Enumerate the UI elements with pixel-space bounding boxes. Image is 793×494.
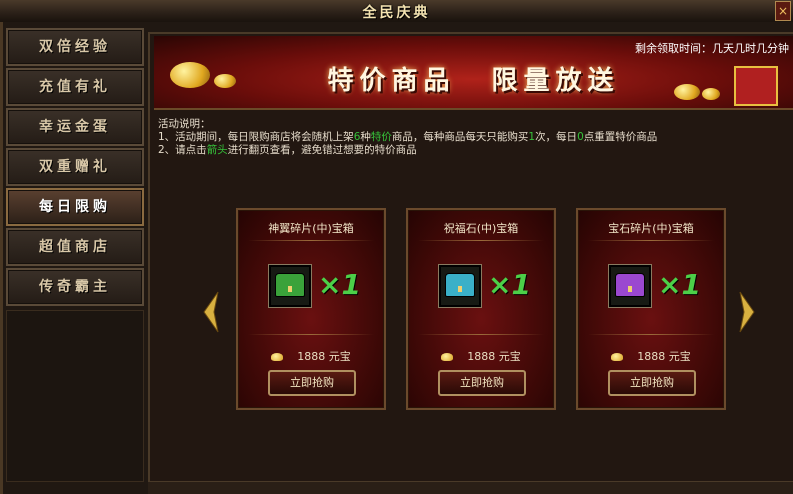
- desc-highlight: 箭头: [206, 144, 228, 156]
- bottom-frame-bar: [148, 481, 793, 494]
- desc-text: 点重置特价商品: [583, 131, 658, 143]
- price-row: 1888 元宝: [238, 348, 384, 364]
- price-row: 1888 元宝: [578, 348, 724, 364]
- item-quantity: ×1: [318, 268, 361, 301]
- desc-text: 进行翻页查看，避免错过想要的特价商品: [227, 144, 417, 156]
- banner-title: 特价商品 限量放送: [154, 60, 793, 97]
- treasure-chest-icon: [445, 273, 475, 297]
- desc-text: 2、请点击: [158, 144, 207, 156]
- sidebar-item-recharge-gift[interactable]: 充值有礼: [6, 68, 144, 106]
- desc-highlight: 特价: [370, 131, 392, 143]
- product-name: 神翼碎片(中)宝箱: [268, 222, 354, 235]
- treasure-chest-icon: [275, 273, 305, 297]
- buy-now-button[interactable]: 立即抢购: [608, 370, 696, 396]
- sidebar: 双倍经验 充值有礼 幸运金蛋 双重赠礼 每日限购 超值商店 传奇霸主: [6, 28, 144, 310]
- ingot-icon: [271, 353, 284, 361]
- treasure-chest-icon: [615, 273, 645, 297]
- sidebar-empty-area: [6, 310, 144, 482]
- product-name: 宝石碎片(中)宝箱: [608, 222, 694, 235]
- close-button[interactable]: ×: [775, 1, 791, 21]
- item-quantity: ×1: [488, 268, 531, 301]
- window-titlebar: 全民庆典 ×: [0, 0, 793, 23]
- buy-now-button[interactable]: 立即抢购: [268, 370, 356, 396]
- activity-description: 活动说明： 1、活动期间，每日限购商店将会随机上架6种特价商品，每种商品每天只能…: [158, 118, 778, 157]
- window-title: 全民庆典: [362, 5, 431, 21]
- divider: [588, 240, 714, 241]
- desc-text: 次，每日: [535, 131, 578, 143]
- description-line-1: 1、活动期间，每日限购商店将会随机上架6种特价商品，每种商品每天只能购买1次，每…: [158, 131, 778, 144]
- banner-title-left: 特价商品: [327, 66, 456, 96]
- divider: [588, 334, 714, 335]
- description-line-2: 2、请点击箭头进行翻页查看，避免错过想要的特价商品: [158, 144, 778, 157]
- arrow-left-icon[interactable]: [202, 290, 220, 334]
- main-panel: 剩余领取时间：几天几时几分钟 特价商品 限量放送 活动说明： 1、活动期间，每日限…: [148, 32, 793, 486]
- ingot-icon: [611, 353, 624, 361]
- sidebar-item-lucky-egg[interactable]: 幸运金蛋: [6, 108, 144, 146]
- sidebar-item-legend-lord[interactable]: 传奇霸主: [6, 268, 144, 306]
- product-card: 宝石碎片(中)宝箱 ×1 1888 元宝 立即抢购: [576, 208, 726, 410]
- sidebar-item-double-exp[interactable]: 双倍经验: [6, 28, 144, 66]
- remaining-time-label: 剩余领取时间：几天几时几分钟: [635, 42, 789, 55]
- price-row: 1888 元宝: [408, 348, 554, 364]
- ingot-icon: [441, 353, 454, 361]
- arrow-right-icon[interactable]: [738, 290, 756, 334]
- product-card: 祝福石(中)宝箱 ×1 1888 元宝 立即抢购: [406, 208, 556, 410]
- sidebar-item-double-gift[interactable]: 双重赠礼: [6, 148, 144, 186]
- product-card: 神翼碎片(中)宝箱 ×1 1888 元宝 立即抢购: [236, 208, 386, 410]
- product-price: 1888 元宝: [637, 350, 691, 363]
- divider: [418, 334, 544, 335]
- divider: [248, 240, 374, 241]
- sidebar-item-daily-limit[interactable]: 每日限购: [6, 188, 144, 226]
- item-slot[interactable]: [268, 264, 312, 308]
- banner-title-right: 限量放送: [491, 66, 620, 96]
- desc-highlight: 0: [577, 131, 584, 143]
- desc-text: 1、活动期间，每日限购商店将会随机上架: [158, 131, 354, 143]
- sidebar-item-value-shop[interactable]: 超值商店: [6, 228, 144, 266]
- desc-text: 商品，每种商品每天只能购买: [391, 131, 529, 143]
- product-price: 1888 元宝: [467, 350, 521, 363]
- divider: [248, 334, 374, 335]
- promo-banner: 剩余领取时间：几天几时几分钟 特价商品 限量放送: [154, 36, 793, 110]
- product-name: 祝福石(中)宝箱: [443, 222, 519, 235]
- product-price: 1888 元宝: [297, 350, 351, 363]
- description-heading: 活动说明：: [158, 118, 211, 130]
- buy-now-button[interactable]: 立即抢购: [438, 370, 526, 396]
- item-quantity: ×1: [658, 268, 701, 301]
- divider: [418, 240, 544, 241]
- item-slot[interactable]: [608, 264, 652, 308]
- desc-text: 种: [360, 131, 371, 143]
- item-slot[interactable]: [438, 264, 482, 308]
